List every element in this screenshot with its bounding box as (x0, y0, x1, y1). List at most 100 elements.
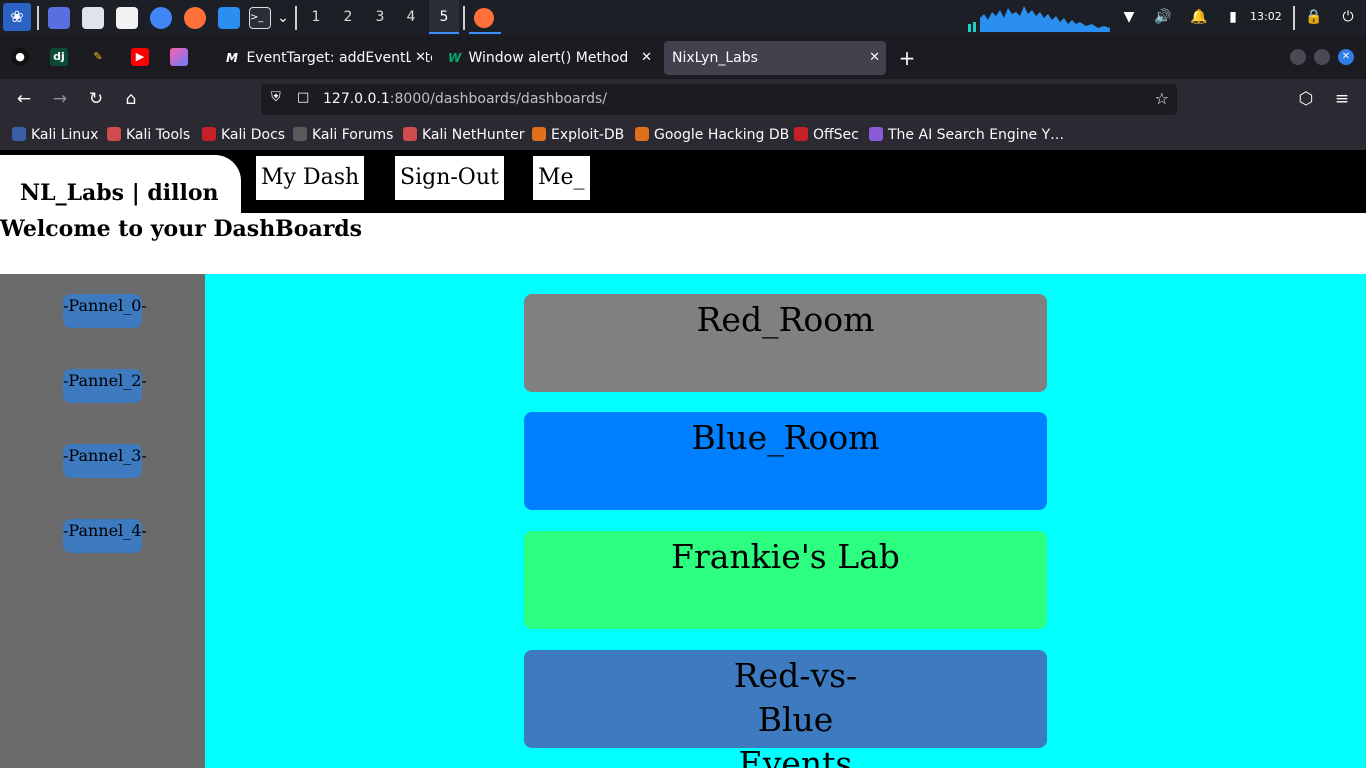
pannel-0-button[interactable]: -Pannel_0- (63, 294, 147, 328)
pocket-icon[interactable]: ⬡ (1294, 87, 1318, 111)
bookmark-google-hacking-db[interactable]: Google Hacking DB (635, 126, 789, 144)
bookmark-kali-linux[interactable]: Kali Linux (12, 126, 98, 144)
tab-close-icon[interactable]: ✕ (411, 41, 426, 75)
bookmark-star-icon[interactable]: ☆ (1155, 89, 1169, 108)
url-path: :8000/dashboards/dashboards/ (389, 91, 608, 107)
bookmark-label: The AI Search Engine Y… (888, 127, 1065, 143)
workspace-3[interactable]: 3 (365, 0, 395, 34)
workspace-5[interactable]: 5 (429, 0, 459, 34)
bookmark-label: Kali Forums (312, 127, 394, 143)
os-taskbar: ❀ >_ ⌄ 1 2 3 4 5 ▼ 🔊 🔔 ▮ 13:02 🔒 ⏻ (0, 0, 1366, 36)
clock[interactable]: 13:02 (1250, 10, 1282, 23)
lock-icon[interactable]: 🔒 (1305, 8, 1323, 26)
site-header: NL_Labs | dillon My Dash Sign-Out Me_ (0, 150, 1366, 213)
back-arrow-icon[interactable]: ← (12, 87, 36, 111)
tab-label: Window alert() Method (468, 50, 629, 66)
django-icon[interactable]: dj (50, 48, 68, 66)
chrome-icon[interactable] (150, 7, 172, 29)
github-icon[interactable]: ● (11, 48, 29, 66)
pannel-3-button[interactable]: -Pannel_3- (63, 444, 147, 478)
tab-close-icon[interactable]: ✕ (869, 41, 880, 75)
tab-close-icon[interactable]: ✕ (641, 41, 652, 75)
new-tab-button[interactable]: + (897, 44, 917, 72)
me-button[interactable]: Me_ (533, 156, 590, 200)
menu-icon[interactable]: ≡ (1330, 87, 1354, 111)
bookmark-label: Kali Linux (31, 127, 99, 143)
page-title: Welcome to your DashBoards (0, 216, 363, 242)
firefox-window-icon[interactable] (474, 8, 494, 28)
reload-icon[interactable]: ↻ (84, 87, 108, 111)
workspace-4[interactable]: 4 (396, 0, 426, 34)
text-editor-icon[interactable] (116, 7, 138, 29)
desktop-icon[interactable] (48, 7, 70, 29)
tab-eventtarget[interactable]: M EventTarget: addEventListener ✕ (218, 41, 432, 75)
page-content: NL_Labs | dillon My Dash Sign-Out Me_ We… (0, 150, 1366, 768)
forward-arrow-icon[interactable]: → (48, 87, 72, 111)
panel-sidebar: -Pannel_0- -Pannel_2- -Pannel_3- -Pannel… (0, 274, 205, 768)
bookmark-label: Kali NetHunter (422, 127, 525, 143)
red-room-card[interactable]: Red_Room (524, 294, 1047, 392)
minimize-window-button[interactable] (1290, 49, 1306, 65)
w3schools-favicon-icon: W (448, 51, 462, 65)
sign-out-button[interactable]: Sign-Out (395, 156, 504, 200)
tab-label: NixLyn_Labs (672, 50, 758, 66)
active-window-indicator (469, 32, 501, 34)
volume-icon[interactable]: 🔊 (1154, 8, 1172, 26)
kali-nethunter-icon (403, 127, 417, 141)
url-text[interactable]: 127.0.0.1:8000/dashboards/dashboards/ (323, 84, 607, 115)
url-host: 127.0.0.1 (323, 91, 390, 107)
vscode-icon[interactable] (218, 7, 240, 29)
bookmark-offsec[interactable]: OffSec (794, 126, 859, 144)
taskbar-separator (463, 6, 465, 30)
bookmark-label: Exploit-DB (551, 127, 625, 143)
bookmark-label: Google Hacking DB (654, 127, 790, 143)
wifi-icon[interactable]: ▼ (1120, 8, 1138, 26)
my-dash-button[interactable]: My Dash (256, 156, 365, 200)
bookmark-kali-docs[interactable]: Kali Docs (202, 126, 285, 144)
url-bar[interactable]: ⛨ □ 127.0.0.1:8000/dashboards/dashboards… (261, 84, 1177, 115)
taskbar-separator (37, 6, 39, 30)
kali-forums-icon (293, 127, 307, 141)
offsec-icon (794, 127, 808, 141)
firefox-icon[interactable] (184, 7, 206, 29)
kali-tools-icon (107, 127, 121, 141)
kali-docs-icon (202, 127, 216, 141)
pannel-2-button[interactable]: -Pannel_2- (63, 369, 147, 403)
blue-room-card[interactable]: Blue_Room (524, 412, 1047, 510)
bookmark-kali-nethunter[interactable]: Kali NetHunter (403, 126, 524, 144)
kali-menu-icon[interactable]: ❀ (3, 3, 31, 31)
bookmark-kali-forums[interactable]: Kali Forums (293, 126, 393, 144)
ghdb-icon (635, 127, 649, 141)
kali-dragon-icon (12, 127, 26, 141)
home-icon[interactable]: ⌂ (119, 87, 143, 111)
bell-icon[interactable]: 🔔 (1190, 8, 1208, 26)
page-info-icon[interactable]: □ (297, 90, 309, 105)
bookmark-kali-tools[interactable]: Kali Tools (107, 126, 190, 144)
terminal-icon[interactable]: >_ (249, 7, 271, 29)
bookmark-ai-search[interactable]: The AI Search Engine Y… (869, 126, 1064, 144)
pannel-4-button[interactable]: -Pannel_4- (63, 519, 147, 553)
maximize-window-button[interactable] (1314, 49, 1330, 65)
red-vs-blue-events-card[interactable]: Red-vs-Blue Events (524, 650, 1047, 768)
battery-icon[interactable]: ▮ (1224, 8, 1242, 26)
file-manager-icon[interactable] (82, 7, 104, 29)
youtube-icon[interactable]: ▶ (131, 48, 149, 66)
bookmark-exploit-db[interactable]: Exploit-DB (532, 126, 624, 144)
shield-icon[interactable]: ⛨ (271, 90, 281, 105)
site-brand: NL_Labs | dillon (0, 155, 241, 213)
close-window-button[interactable]: ✕ (1338, 49, 1354, 65)
bookmark-label: OffSec (813, 127, 859, 143)
workspace-1[interactable]: 1 (301, 0, 331, 34)
tab-nixlyn-labs[interactable]: NixLyn_Labs ✕ (664, 41, 886, 75)
frankies-lab-card[interactable]: Frankie's Lab (524, 531, 1047, 629)
workspace-2[interactable]: 2 (333, 0, 363, 34)
taskbar-separator (295, 6, 297, 30)
browser-nav-bar: ← → ↻ ⌂ ⛨ □ 127.0.0.1:8000/dashboards/da… (0, 79, 1366, 120)
power-icon[interactable]: ⏻ (1339, 8, 1357, 26)
bookmarks-bar: Kali Linux Kali Tools Kali Docs Kali For… (0, 120, 1366, 150)
tab-label: EventTarget: addEventListener (246, 50, 432, 66)
tab-window-alert[interactable]: W Window alert() Method ✕ (440, 41, 658, 75)
gradient-app-icon[interactable] (170, 48, 188, 66)
chevron-down-icon[interactable]: ⌄ (274, 9, 292, 27)
pencil-icon[interactable]: ✎ (89, 48, 107, 66)
